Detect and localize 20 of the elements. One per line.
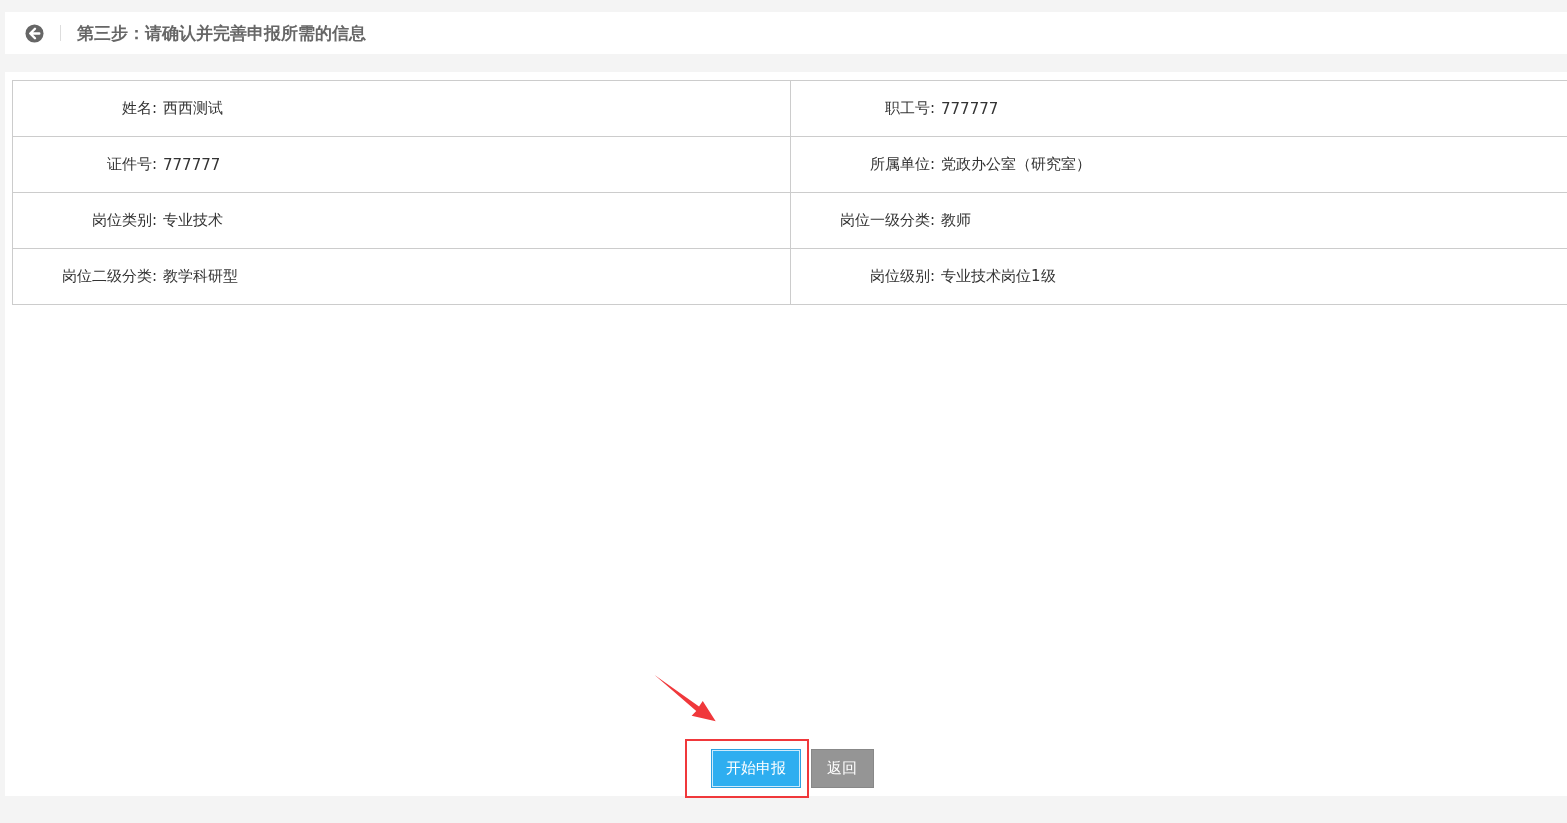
field-label: 岗位级别: bbox=[868, 267, 936, 286]
field-value: 教师 bbox=[941, 211, 971, 230]
field-value: 党政办公室（研究室） bbox=[941, 155, 1091, 174]
field-label: 证件号: bbox=[105, 155, 158, 174]
field-label: 岗位一级分类: bbox=[838, 211, 936, 230]
back-button[interactable]: 返回 bbox=[810, 749, 874, 788]
field-value: 777777 bbox=[941, 99, 999, 118]
field-value: 西西测试 bbox=[163, 99, 223, 118]
field-label: 所属单位: bbox=[868, 155, 936, 174]
field-value: 专业技术 bbox=[163, 211, 223, 230]
submit-button[interactable]: 开始申报 bbox=[710, 749, 801, 788]
field-value: 教学科研型 bbox=[163, 267, 238, 286]
field-label: 职工号: bbox=[883, 99, 936, 118]
field-value: 777777 bbox=[163, 155, 221, 174]
field-label: 姓名: bbox=[120, 99, 158, 118]
field-label: 岗位二级分类: bbox=[60, 267, 158, 286]
back-icon[interactable] bbox=[25, 23, 44, 43]
field-value: 专业技术岗位1级 bbox=[941, 267, 1056, 286]
field-label: 岗位类别: bbox=[90, 211, 158, 230]
page-title: 第三步：请确认并完善申报所需的信息 bbox=[77, 21, 366, 45]
